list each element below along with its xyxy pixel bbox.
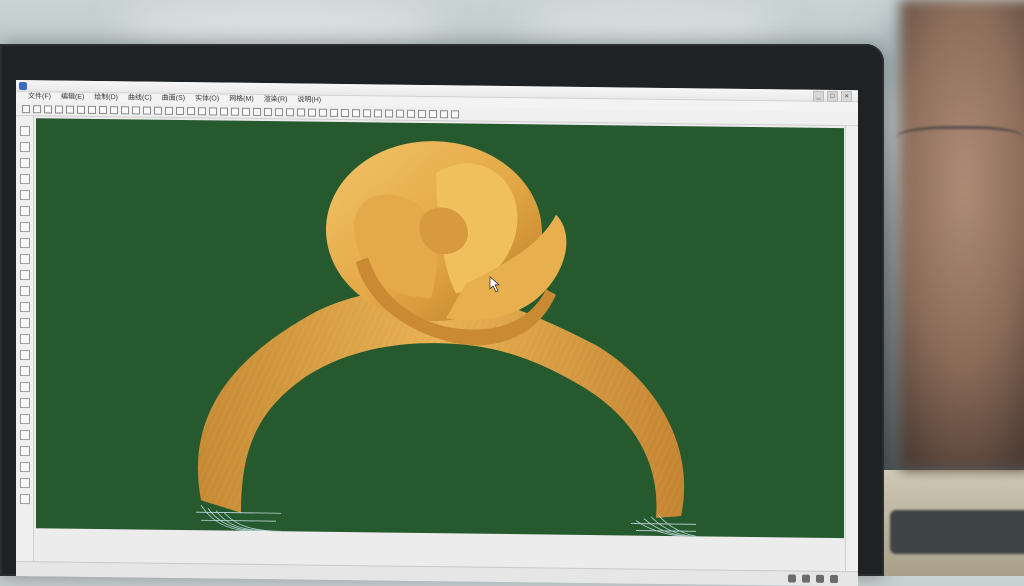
menu-item[interactable]: 文件(F): [28, 92, 51, 102]
rotate-button[interactable]: [132, 105, 140, 115]
flag-icon[interactable]: [830, 574, 838, 584]
minimize-button[interactable]: _: [813, 90, 824, 102]
zoom-out-button[interactable]: [154, 106, 162, 115]
arc-tool-button[interactable]: [19, 174, 30, 185]
light-tool-button[interactable]: [19, 414, 30, 425]
torus-button[interactable]: [330, 108, 338, 117]
properties-button[interactable]: [440, 109, 448, 118]
line-button[interactable]: [220, 106, 228, 116]
layers-tool-button[interactable]: [19, 398, 30, 409]
close-button[interactable]: ×: [841, 91, 852, 103]
box-button[interactable]: [286, 107, 294, 116]
camera-tool-button[interactable]: [19, 430, 30, 441]
select-tool-button[interactable]: [19, 126, 30, 137]
fillet-button[interactable]: [363, 108, 371, 117]
array-button[interactable]: [396, 109, 404, 118]
sphere-button[interactable]: [297, 107, 305, 117]
point-button[interactable]: [209, 106, 217, 115]
circle-tool-button[interactable]: [19, 190, 30, 201]
snap-tool-button[interactable]: [19, 318, 30, 329]
move-button[interactable]: [407, 109, 415, 118]
pan-button[interactable]: [121, 105, 129, 114]
render-tool-button[interactable]: [19, 462, 30, 473]
cone-button[interactable]: [319, 108, 327, 117]
surface-tool-button[interactable]: [19, 254, 30, 265]
zoom-window-button[interactable]: [165, 106, 173, 115]
zoom-in-button[interactable]: [143, 106, 151, 115]
line-tool-button[interactable]: [19, 142, 30, 153]
cylinder-button[interactable]: [308, 108, 316, 117]
app-icon: [19, 82, 27, 91]
shade-button[interactable]: [187, 106, 195, 115]
transform-tool-button[interactable]: [19, 286, 30, 297]
keyboard: [890, 510, 1024, 554]
chamfer-button[interactable]: [374, 108, 382, 117]
rect-tool-button[interactable]: [19, 206, 30, 217]
mirror-button[interactable]: [385, 109, 393, 118]
zoom-extents-button[interactable]: [176, 106, 184, 115]
surface-button[interactable]: [341, 108, 349, 117]
ring-model: [196, 141, 697, 537]
help-tool-button[interactable]: [19, 494, 30, 505]
osnap-tool-button[interactable]: [19, 366, 30, 377]
poly-button[interactable]: [275, 107, 283, 116]
curve-button[interactable]: [231, 107, 239, 116]
eyeglasses: [896, 126, 1024, 155]
material-tool-button[interactable]: [19, 446, 30, 457]
menu-item[interactable]: 曲面(S): [162, 94, 185, 104]
print-button[interactable]: [55, 104, 63, 114]
window-controls: _ □ ×: [813, 90, 852, 103]
grid-tool-button[interactable]: [19, 334, 30, 345]
undo-button[interactable]: [99, 105, 107, 114]
3d-viewport[interactable]: [36, 118, 844, 539]
boolean-button[interactable]: [352, 108, 360, 117]
menu-item[interactable]: 说明(H): [297, 95, 321, 105]
scale-button[interactable]: [418, 109, 426, 118]
menu-item[interactable]: 渲染(R): [264, 95, 288, 105]
menu-item[interactable]: 编辑(E): [61, 93, 84, 103]
menu-item[interactable]: 绘制(D): [94, 93, 118, 103]
monitor-screen: _ □ × 文件(F) 编辑(E) 绘制(D) 曲线(C) 曲面(S) 实体(O) 网格(M…: [16, 80, 858, 586]
redo-button[interactable]: [110, 105, 118, 114]
rect-button[interactable]: [264, 107, 272, 116]
layer-button[interactable]: [429, 109, 437, 118]
view-tool-button[interactable]: [19, 478, 30, 489]
new-button[interactable]: [22, 104, 30, 113]
render-button[interactable]: [451, 109, 459, 118]
paste-button[interactable]: [88, 105, 96, 114]
history-tool-button[interactable]: [19, 382, 30, 393]
taskbar: [16, 561, 858, 586]
wireframe-mesh: [196, 505, 697, 537]
arc-button[interactable]: [253, 107, 261, 116]
left-toolbox: [16, 116, 34, 577]
maximize-button[interactable]: □: [827, 90, 838, 103]
point-tool-button[interactable]: [19, 238, 30, 249]
person-silhouette: [900, 0, 1024, 470]
save-button[interactable]: [44, 104, 52, 113]
dimension-tool-button[interactable]: [19, 302, 30, 313]
copy-button[interactable]: [77, 105, 85, 114]
cut-button[interactable]: [66, 105, 74, 114]
polyline-tool-button[interactable]: [19, 222, 30, 233]
menu-item[interactable]: 实体(O): [195, 94, 219, 104]
curve-tool-button[interactable]: [19, 158, 30, 169]
open-button[interactable]: [33, 104, 41, 113]
right-panel-strip: [845, 126, 858, 586]
circle-button[interactable]: [242, 107, 250, 116]
solid-tool-button[interactable]: [19, 270, 30, 281]
ortho-tool-button[interactable]: [19, 350, 30, 361]
wire-button[interactable]: [198, 106, 206, 115]
menu-item[interactable]: 曲线(C): [128, 93, 152, 103]
menu-item[interactable]: 网格(M): [229, 95, 254, 105]
